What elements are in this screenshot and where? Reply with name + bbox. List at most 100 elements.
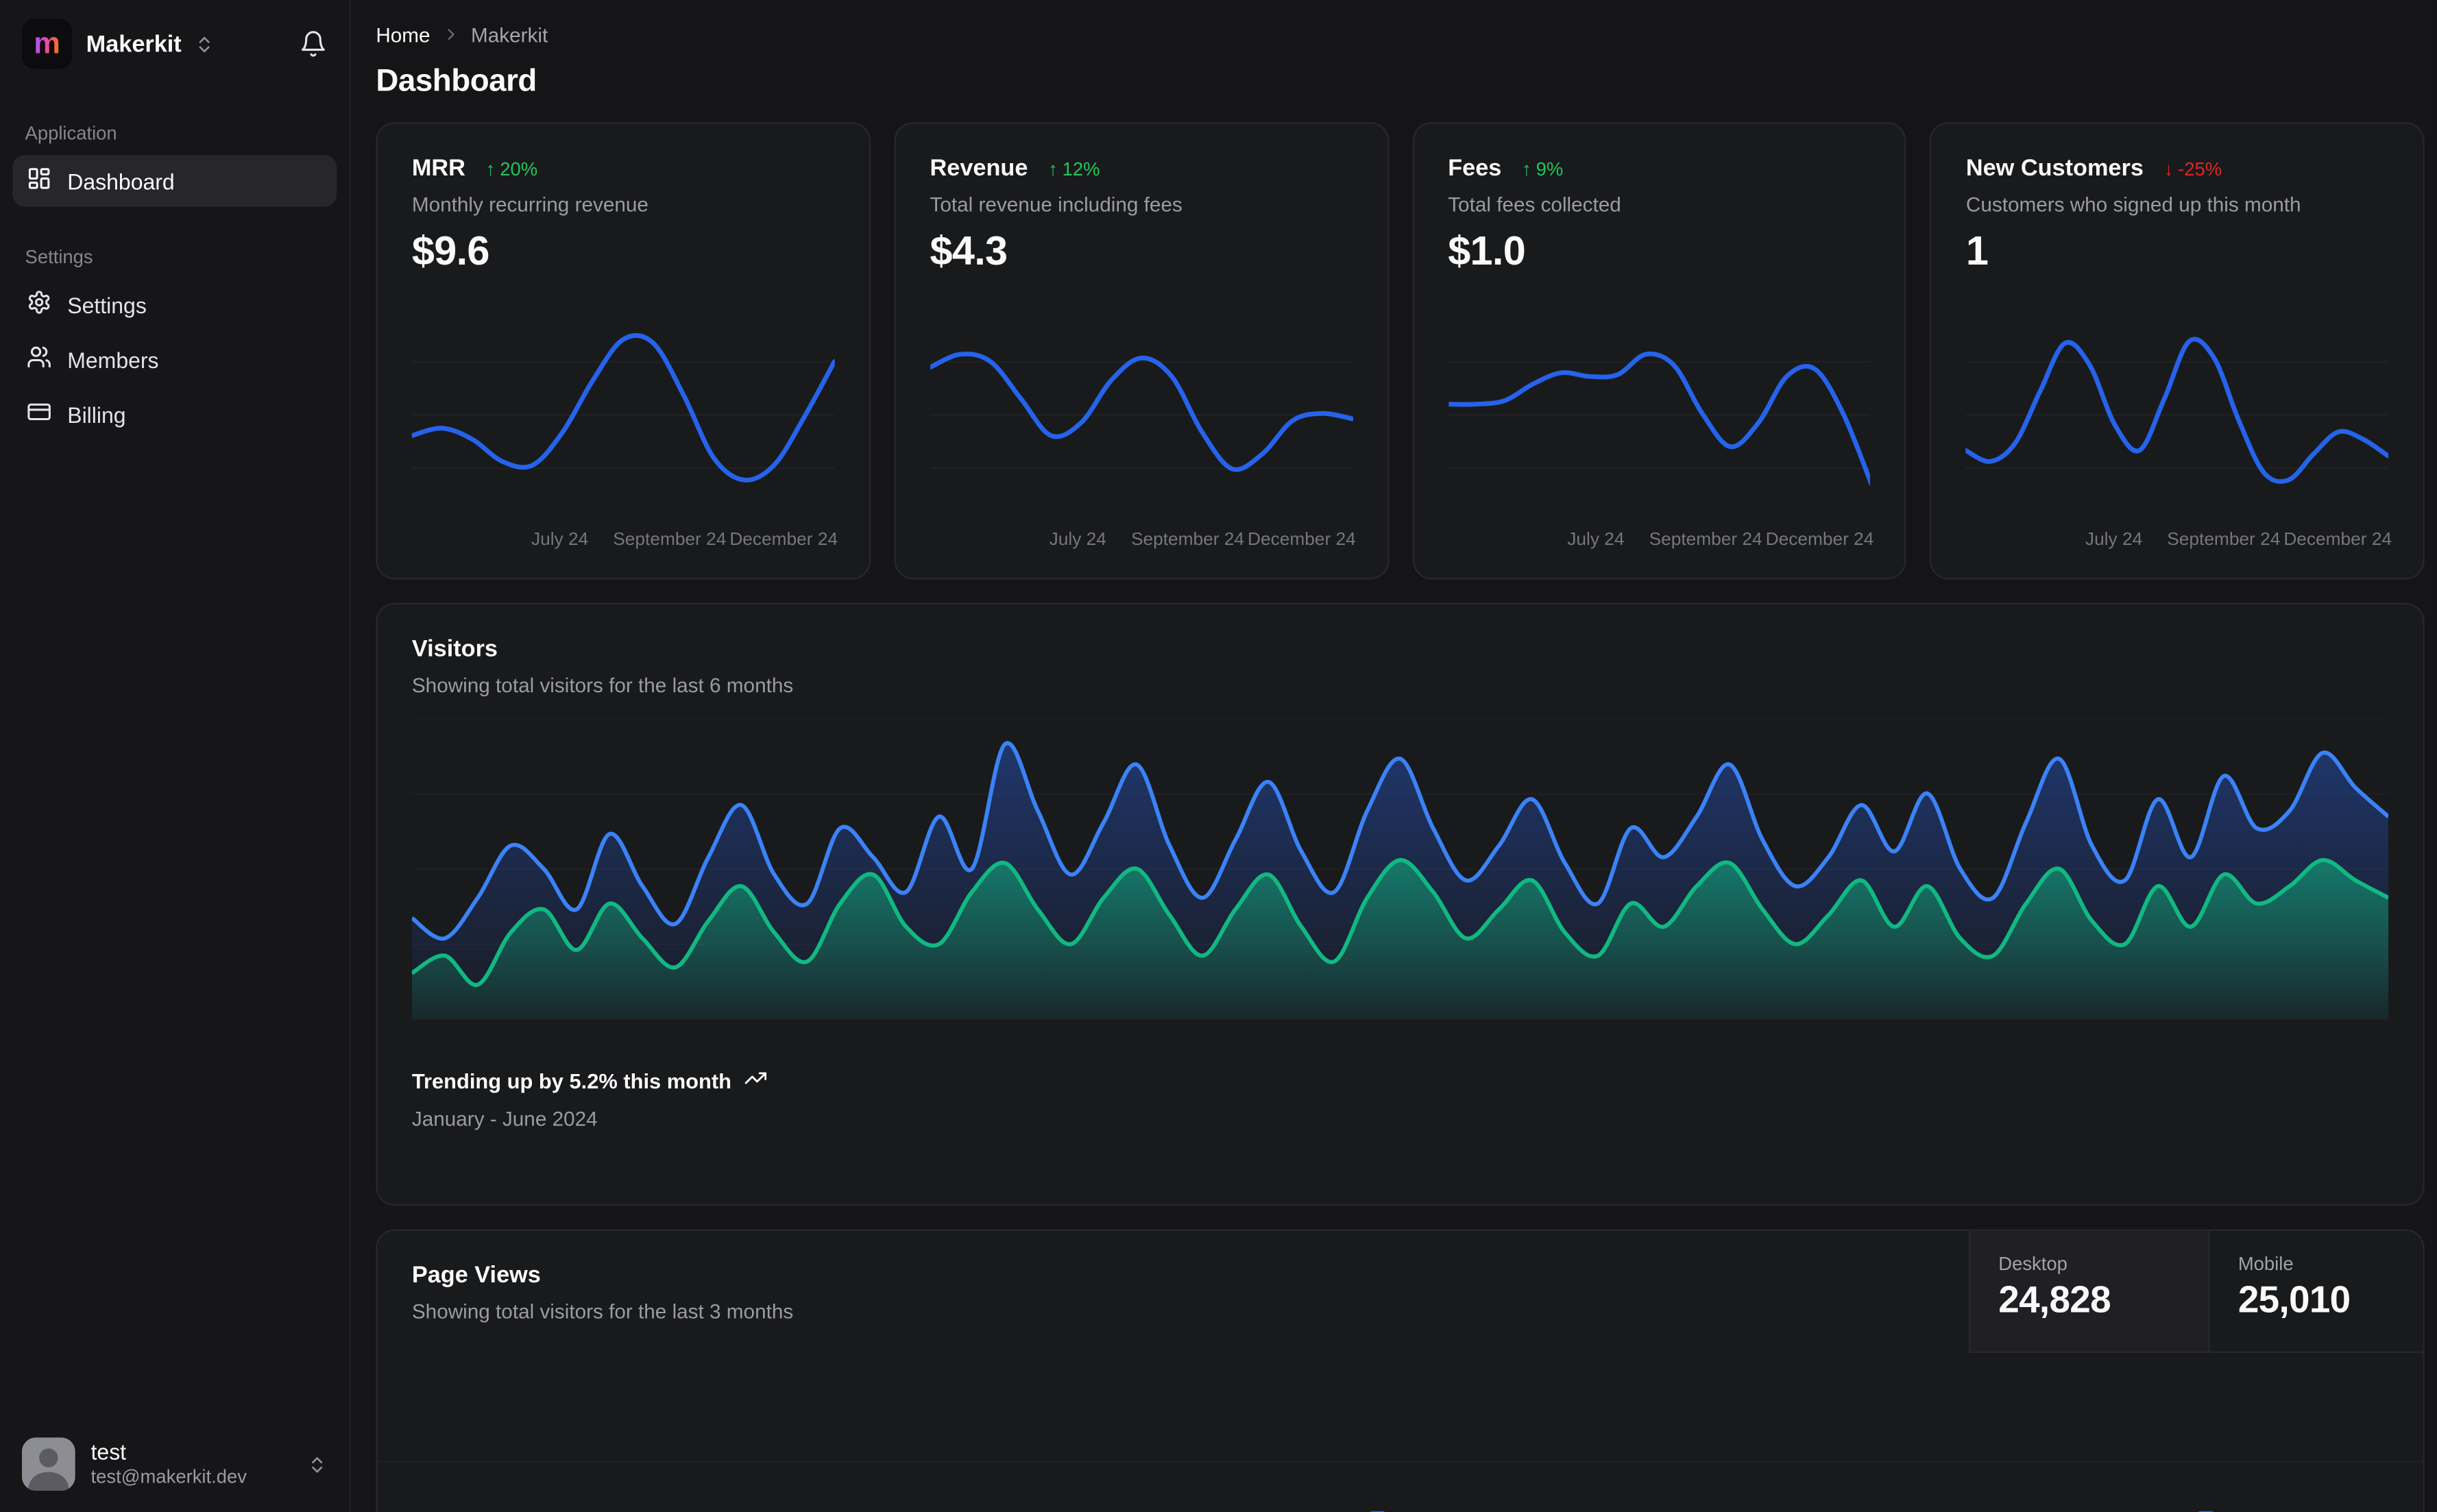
trend-delta: 12%	[1062, 157, 1100, 180]
x-axis-ticks: July 24 September 24 December 24	[930, 528, 1356, 556]
sidebar-item-dashboard[interactable]: Dashboard	[12, 155, 337, 207]
tab-mobile[interactable]: Mobile 25,010	[2208, 1230, 2423, 1353]
x-tick: December 24	[1247, 531, 1356, 550]
stat-title: New Customers	[1965, 155, 2144, 182]
stat-card-new-customers: New Customers ↓ -25% Customers who signed…	[1930, 122, 2425, 580]
x-axis-ticks: July 24 September 24 December 24	[412, 528, 838, 556]
avatar	[21, 1437, 75, 1491]
sidebar-item-label: Members	[67, 347, 159, 372]
stat-subtitle: Total revenue including fees	[930, 193, 1183, 217]
sidebar-item-billing[interactable]: Billing	[12, 389, 337, 440]
stat-value: 1	[1965, 227, 1989, 274]
stat-title: Fees	[1448, 155, 1502, 182]
tab-value: 25,010	[2238, 1279, 2351, 1322]
trend-badge: ↑ 9%	[1522, 158, 1563, 180]
tab-label: Mobile	[2238, 1252, 2294, 1275]
trend-delta: -25%	[2178, 157, 2222, 180]
stat-card-mrr: MRR ↑ 20% Monthly recurring revenue $9.6 …	[376, 122, 871, 580]
x-tick: July 24	[2085, 531, 2143, 550]
stat-subtitle: Total fees collected	[1448, 193, 1621, 217]
sidebar-item-label: Settings	[67, 292, 147, 317]
stat-value: $9.6	[411, 227, 490, 274]
visitors-trend-text: Trending up by 5.2% this month	[411, 1069, 731, 1093]
stat-card-revenue: Revenue ↑ 12% Total revenue including fee…	[893, 122, 1389, 580]
breadcrumb-current: Makerkit	[470, 23, 548, 47]
user-meta: test test@makerkit.dev	[91, 1439, 247, 1489]
nav-section-application: Application	[25, 122, 117, 145]
x-tick: December 24	[2283, 531, 2392, 550]
tab-desktop[interactable]: Desktop 24,828	[1968, 1230, 2209, 1353]
app-window: m Makerkit Application Dashboard Setting…	[0, 0, 2437, 1512]
breadcrumb-home-link[interactable]: Home	[376, 23, 430, 46]
stat-value: $1.0	[1448, 227, 1526, 274]
x-tick: December 24	[729, 531, 838, 550]
trend-badge: ↑ 20%	[486, 158, 537, 180]
chevrons-up-down-icon	[194, 34, 215, 54]
x-tick: December 24	[1765, 531, 1874, 550]
workspace-name: Makerkit	[86, 30, 182, 58]
x-tick: September 24	[1130, 531, 1245, 550]
x-axis-ticks: July 24 September 24 December 24	[1966, 528, 2392, 556]
x-tick: September 24	[613, 531, 727, 550]
sparkline-chart: July 24 September 24 December 24	[930, 308, 1356, 556]
workspace-selector[interactable]: m Makerkit	[0, 0, 349, 84]
arrow-up-icon: ↑	[1522, 157, 1531, 180]
trend-delta: 20%	[500, 157, 538, 180]
logo-letter: m	[34, 27, 60, 60]
sidebar-item-members[interactable]: Members	[12, 334, 337, 385]
sparkline-chart: July 24 September 24 December 24	[1448, 308, 1874, 556]
arrow-down-icon: ↓	[2163, 157, 2174, 180]
arrow-up-icon: ↑	[1048, 157, 1058, 180]
trend-delta: 9%	[1536, 157, 1564, 180]
page-views-card: Page Views Showing total visitors for th…	[376, 1229, 2425, 1512]
chevrons-up-down-icon	[307, 1454, 328, 1474]
sidebar-item-label: Dashboard	[67, 168, 175, 194]
x-tick: July 24	[1049, 531, 1106, 550]
stat-subtitle: Monthly recurring revenue	[411, 193, 648, 217]
trend-badge: ↑ 12%	[1048, 158, 1100, 180]
chevron-right-icon	[441, 25, 460, 44]
visitors-area-chart	[411, 718, 2389, 1020]
arrow-up-icon: ↑	[485, 157, 496, 180]
trend-badge: ↓ -25%	[2164, 158, 2222, 180]
users-icon	[27, 345, 52, 374]
stat-subtitle: Customers who signed up this month	[1965, 193, 2301, 217]
stat-cards-row: MRR ↑ 20% Monthly recurring revenue $9.6 …	[376, 122, 2425, 580]
trending-up-icon	[744, 1066, 767, 1095]
user-email: test@makerkit.dev	[90, 1466, 247, 1489]
main-content: Home Makerkit Dashboard MRR ↑ 20% Monthly…	[351, 0, 2437, 1512]
makerkit-logo: m	[21, 19, 73, 69]
gear-icon	[27, 290, 52, 319]
nav-section-settings: Settings	[25, 245, 93, 268]
stat-card-fees: Fees ↑ 9% Total fees collected $1.0 July …	[1411, 122, 1907, 580]
page-views-series-tabs: Desktop 24,828 Mobile 25,010	[1968, 1230, 2423, 1353]
tab-value: 24,828	[1998, 1279, 2111, 1322]
visitors-card: Visitors Showing total visitors for the …	[376, 602, 2425, 1206]
stat-title: MRR	[411, 155, 465, 182]
dashboard-icon	[27, 166, 52, 195]
sidebar-item-settings[interactable]: Settings	[12, 279, 337, 330]
user-account-menu[interactable]: test test@makerkit.dev	[0, 1419, 349, 1512]
visitors-period: January - June 2024	[411, 1107, 598, 1131]
visitors-title: Visitors	[411, 635, 498, 663]
tab-label: Desktop	[1998, 1252, 2068, 1275]
sidebar-item-label: Billing	[67, 402, 126, 427]
sparkline-chart: July 24 September 24 December 24	[1965, 308, 2392, 556]
stat-value: $4.3	[930, 227, 1008, 274]
page-views-bar-chart	[377, 1371, 2423, 1512]
notifications-bell-icon[interactable]	[299, 29, 327, 58]
gridline	[377, 1461, 2423, 1463]
x-tick: July 24	[1567, 531, 1625, 550]
x-tick: September 24	[2167, 531, 2281, 550]
credit-card-icon	[27, 400, 52, 429]
x-tick: July 24	[531, 531, 589, 550]
x-axis-ticks: July 24 September 24 December 24	[1448, 528, 1874, 556]
sidebar: m Makerkit Application Dashboard Setting…	[0, 0, 351, 1512]
visitors-footer: Trending up by 5.2% this month January -…	[412, 1066, 2388, 1131]
visitors-subtitle: Showing total visitors for the last 6 mo…	[411, 673, 794, 697]
stat-title: Revenue	[930, 155, 1028, 182]
breadcrumb: Home Makerkit	[376, 19, 2424, 50]
sparkline-chart: July 24 September 24 December 24	[411, 308, 838, 556]
page-title: Dashboard	[376, 64, 537, 99]
x-tick: September 24	[1649, 531, 1762, 550]
